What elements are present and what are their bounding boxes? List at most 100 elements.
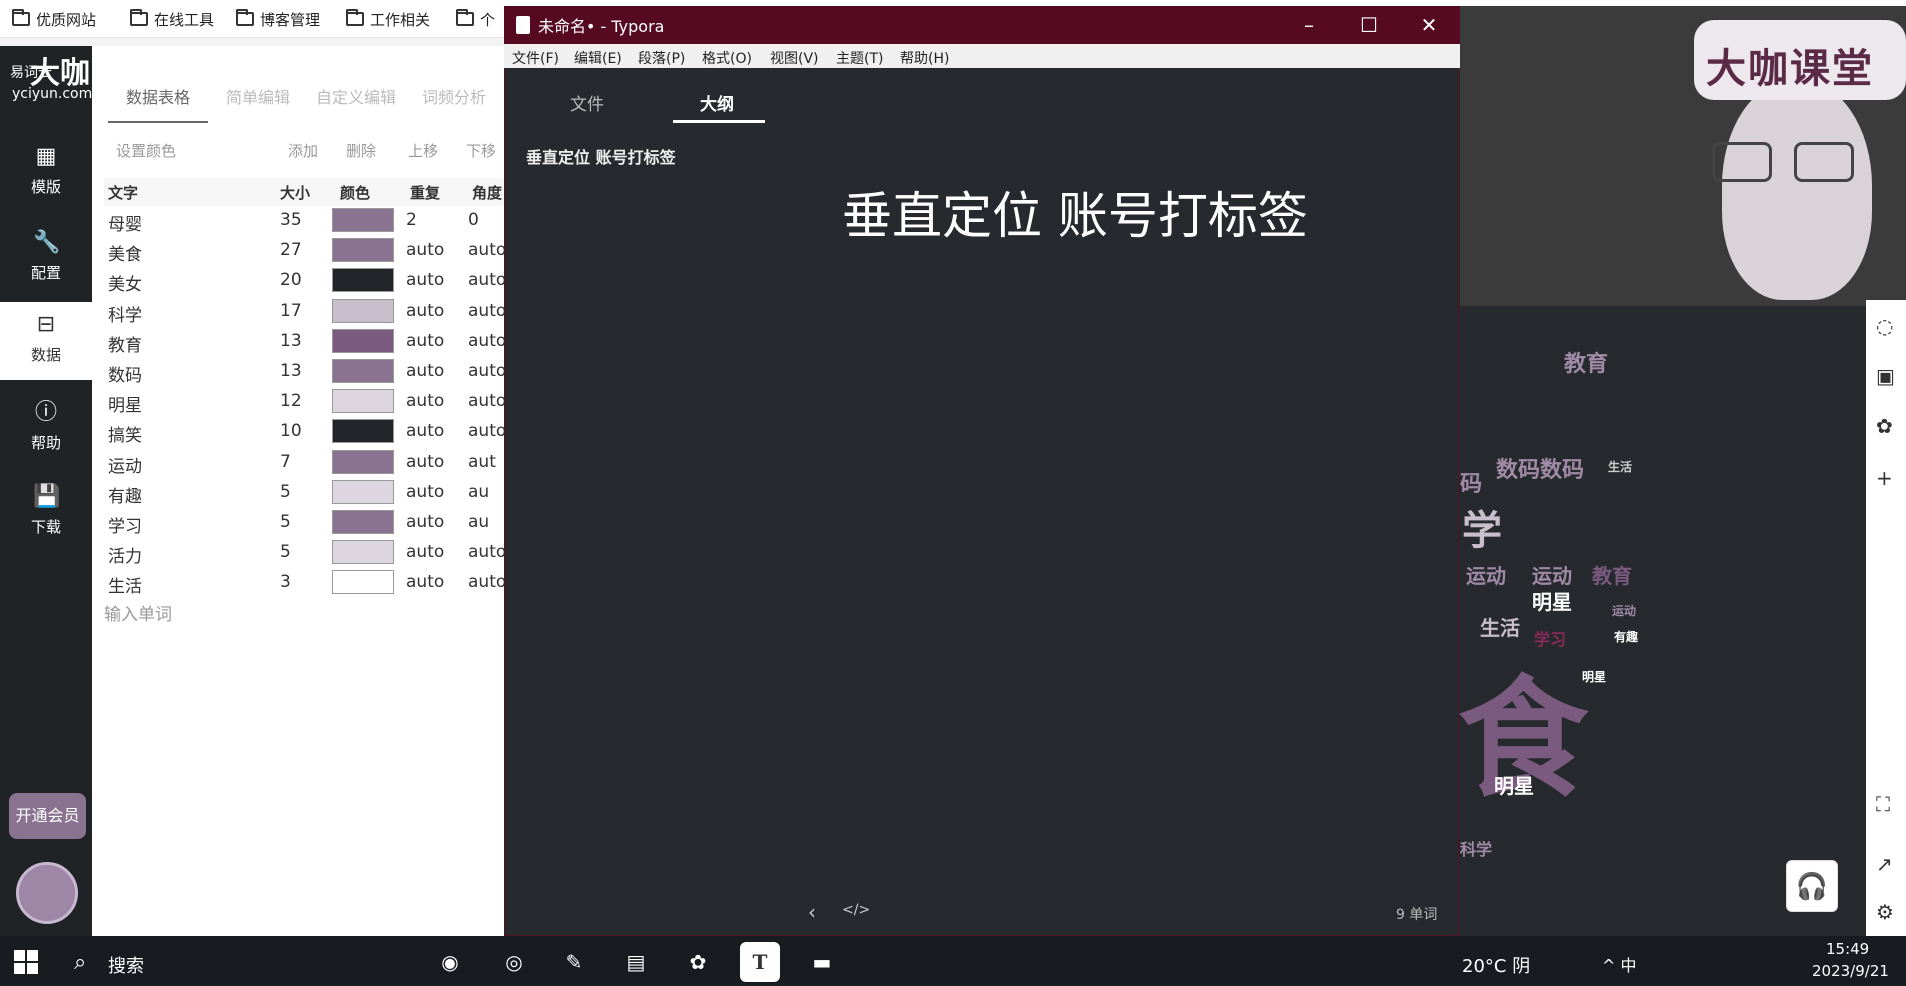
cell-size[interactable]: 12 (280, 391, 302, 411)
sidebar-item-help[interactable]: ⓘ 帮助 (0, 390, 92, 468)
taskbar-app-flower[interactable]: ✿ (678, 942, 718, 982)
cell-repeat[interactable]: auto (406, 512, 444, 532)
cell-word[interactable]: 科学 (108, 301, 142, 326)
table-row[interactable]: 科学 17 auto auto (104, 297, 506, 327)
cell-size[interactable]: 5 (280, 482, 291, 502)
delete-button[interactable]: 删除 (346, 140, 376, 161)
menu-theme[interactable]: 主题(T) (836, 48, 883, 68)
external-link-icon[interactable]: ↗ (1876, 852, 1893, 876)
weather-widget[interactable]: 20°C 阴 (1462, 952, 1530, 978)
cell-word[interactable]: 搞笑 (108, 421, 142, 446)
color-swatch[interactable] (332, 268, 394, 293)
avatar[interactable] (16, 862, 78, 924)
cell-word[interactable]: 美食 (108, 240, 142, 265)
sidebar-item-data[interactable]: ⊟ 数据 (0, 302, 92, 380)
menu-format[interactable]: 格式(O) (702, 48, 752, 68)
maximize-button[interactable]: ☐ (1344, 6, 1394, 44)
outline-item[interactable]: 垂直定位 账号打标签 (526, 144, 676, 168)
cell-word[interactable]: 活力 (108, 542, 142, 567)
windows-start-icon[interactable] (14, 950, 38, 974)
cell-repeat[interactable]: auto (406, 452, 444, 472)
cell-word[interactable]: 数码 (108, 361, 142, 386)
color-swatch[interactable] (332, 238, 394, 263)
move-up-button[interactable]: 上移 (408, 140, 438, 161)
source-code-icon[interactable]: </> (842, 902, 870, 918)
cell-angle[interactable]: auto (468, 542, 506, 562)
table-row[interactable]: 美女 20 auto auto (104, 266, 506, 296)
cell-word[interactable]: 生活 (108, 572, 142, 597)
cell-angle[interactable]: auto (468, 240, 506, 260)
color-swatch[interactable] (332, 298, 394, 323)
tab-outline[interactable]: 大纲 (700, 90, 734, 115)
cell-size[interactable]: 5 (280, 542, 291, 562)
cell-angle[interactable]: au (468, 512, 489, 532)
move-down-button[interactable]: 下移 (466, 140, 496, 161)
tab-simple-edit[interactable]: 简单编辑 (226, 84, 290, 108)
word-input[interactable]: 输入单词 (104, 600, 172, 625)
color-swatch[interactable] (332, 510, 394, 534)
cell-word[interactable]: 母婴 (108, 210, 142, 235)
close-button[interactable]: ✕ (1404, 6, 1454, 44)
cell-repeat[interactable]: auto (406, 572, 444, 592)
bookmark-folder[interactable]: 在线工具 (130, 8, 214, 30)
sidebar-item-download[interactable]: 💾 下载 (0, 474, 92, 552)
cell-size[interactable]: 5 (280, 512, 291, 532)
color-swatch[interactable] (332, 570, 394, 595)
cell-word[interactable]: 美女 (108, 270, 142, 295)
tab-data-table[interactable]: 数据表格 (126, 84, 190, 108)
table-row[interactable]: 学习 5 auto au (104, 508, 504, 538)
search-icon[interactable]: ⌕ (74, 950, 86, 975)
table-row[interactable]: 生活 3 auto auto (104, 568, 506, 598)
bookmark-folder[interactable]: 工作相关 (346, 8, 430, 30)
screenshot-icon[interactable]: ⛶ (1876, 792, 1890, 816)
table-row[interactable]: 教育 13 auto auto (104, 327, 506, 357)
word-count[interactable]: 9 单词 (1396, 904, 1437, 924)
cell-size[interactable]: 20 (280, 270, 302, 290)
cell-size[interactable]: 27 (280, 240, 302, 260)
cell-repeat[interactable]: auto (406, 361, 444, 381)
cell-angle[interactable]: auto (468, 361, 506, 381)
table-row[interactable]: 搞笑 10 auto auto (104, 417, 506, 447)
cell-repeat[interactable]: auto (406, 391, 444, 411)
color-swatch[interactable] (332, 449, 394, 474)
chevron-left-icon[interactable]: ‹ (808, 900, 816, 924)
color-swatch[interactable] (332, 479, 394, 504)
table-row[interactable]: 数码 13 auto auto (104, 357, 506, 387)
cell-size[interactable]: 10 (280, 421, 302, 441)
bookmark-folder[interactable]: 优质网站 (12, 8, 96, 30)
apps-icon[interactable]: ✿ (1876, 414, 1893, 438)
cell-size[interactable]: 35 (280, 210, 302, 230)
cell-size[interactable]: 3 (280, 572, 291, 592)
sidebar-item-templates[interactable]: ▦ 模版 (0, 134, 92, 212)
cell-angle[interactable]: auto (468, 270, 506, 290)
table-row[interactable]: 活力 5 auto auto (104, 538, 506, 568)
color-swatch[interactable] (332, 359, 394, 383)
cell-repeat[interactable]: auto (406, 301, 444, 321)
table-row[interactable]: 明星 12 auto auto (104, 387, 506, 417)
system-tray[interactable]: ^ 中 (1602, 952, 1637, 976)
cell-repeat[interactable]: auto (406, 240, 444, 260)
cell-angle[interactable]: 0 (468, 210, 479, 230)
sidebar-item-config[interactable]: 🔧 配置 (0, 220, 92, 298)
vip-button[interactable]: 开通会员 (9, 793, 86, 839)
table-row[interactable]: 美食 27 auto auto (104, 236, 506, 266)
table-row[interactable]: 运动 7 auto aut (104, 448, 504, 478)
taskbar-search[interactable]: 搜索 (108, 952, 144, 978)
bookmark-folder[interactable]: 博客管理 (236, 8, 320, 30)
cell-repeat[interactable]: 2 (406, 210, 417, 230)
menu-help[interactable]: 帮助(H) (900, 48, 949, 68)
color-swatch[interactable] (332, 328, 394, 353)
refresh-icon[interactable]: ◌ (1876, 314, 1893, 338)
table-row[interactable]: 有趣 5 auto au (104, 478, 504, 508)
cell-size[interactable]: 17 (280, 301, 302, 321)
headset-icon[interactable]: 🎧 (1786, 860, 1838, 912)
cell-word[interactable]: 教育 (108, 331, 142, 356)
cell-angle[interactable]: auto (468, 301, 506, 321)
taskbar-app-notes[interactable]: ✎ (554, 942, 594, 982)
menu-file[interactable]: 文件(F) (512, 48, 559, 68)
document-heading[interactable]: 垂直定位 账号打标签 (842, 176, 1308, 248)
tab-custom-edit[interactable]: 自定义编辑 (316, 84, 396, 108)
cell-repeat[interactable]: auto (406, 421, 444, 441)
set-color-button[interactable]: 设置颜色 (116, 140, 176, 161)
taskbar-app-files[interactable]: ▬ (802, 942, 842, 982)
